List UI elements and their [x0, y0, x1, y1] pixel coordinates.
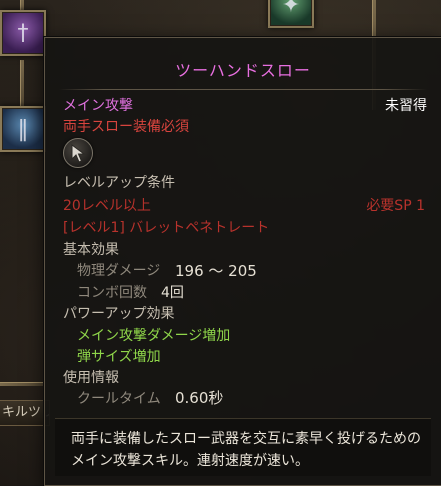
- dagger-icon: †: [17, 20, 29, 46]
- prerequisite-skill: [レベル1] バレットペネトレート: [63, 220, 270, 236]
- skill-tree-tab[interactable]: キルツリー: [0, 400, 50, 426]
- skill-description: 両手に装備したスロー武器を交互に素早く投げるための メイン攻撃スキル。連射速度が…: [55, 418, 431, 476]
- skill-node-icon[interactable]: †: [0, 10, 46, 56]
- tree-connector: [0, 382, 44, 386]
- effect-value: 4回: [161, 285, 184, 301]
- attack-type: メイン攻撃: [63, 98, 133, 114]
- skill-node-icon[interactable]: ✦: [268, 0, 314, 28]
- effect-label: 物理ダメージ: [77, 263, 161, 279]
- usage-row: クールタイム: [77, 388, 161, 408]
- description-line: 両手に装備したスロー武器を交互に素早く投げるための: [71, 431, 421, 447]
- effect-row: 物理ダメージ: [77, 260, 160, 280]
- title-divider: [59, 89, 427, 90]
- usage-label: クールタイム: [77, 391, 161, 407]
- effect-row: コンボ回数: [77, 282, 147, 302]
- effect-value: 196 ～ 205: [175, 262, 257, 280]
- effect-label: コンボ回数: [77, 285, 147, 301]
- powerup-effect: 弾サイズ増加: [77, 349, 161, 365]
- skill-tooltip: ツーハンドスロー メイン攻撃 未習得 両手スロー装備必須 レベルアップ条件 20…: [44, 37, 441, 486]
- base-effect-heading: 基本効果: [63, 242, 119, 258]
- powerup-heading: パワーアップ効果: [63, 306, 175, 322]
- description-line: メイン攻撃スキル。連射速度が速い。: [71, 453, 309, 469]
- skill-tree-tab-label: キルツリー: [2, 405, 49, 420]
- usage-value: 0.60秒: [175, 389, 224, 407]
- cursor-arrow-icon: [63, 138, 93, 168]
- powerup-effect: メイン攻撃ダメージ増加: [77, 328, 231, 344]
- emblem-icon: ✦: [281, 0, 301, 18]
- skill-node-icon[interactable]: ‖: [0, 106, 46, 152]
- skill-title: ツーハンドスロー: [175, 61, 311, 80]
- blades-icon: ‖: [17, 116, 29, 142]
- equipment-requirement: 両手スロー装備必須: [63, 119, 189, 135]
- learn-status: 未習得: [385, 98, 427, 114]
- level-requirement: 20レベル以上: [63, 198, 151, 214]
- usage-heading: 使用情報: [63, 370, 119, 386]
- sp-requirement: 必要SP 1: [366, 198, 425, 214]
- tree-connector: [20, 60, 24, 110]
- levelup-heading: レベルアップ条件: [63, 175, 175, 191]
